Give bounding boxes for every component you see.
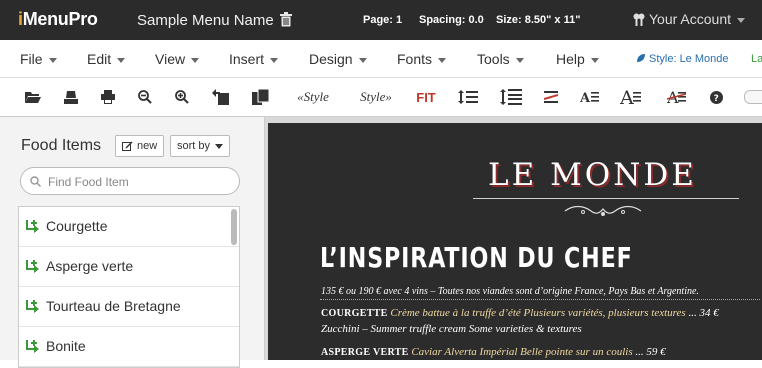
chevron-down-icon: [117, 57, 126, 63]
add-to-menu-icon[interactable]: [26, 259, 40, 273]
save-icon[interactable]: [63, 87, 79, 107]
list-scrollbar[interactable]: [231, 209, 237, 245]
add-to-menu-icon[interactable]: [26, 339, 40, 353]
food-items-panel: Food Items new sort by Courgette Asperge…: [0, 117, 265, 368]
copy-page-icon[interactable]: [251, 87, 271, 107]
dish-price: ... 59 €: [635, 346, 666, 358]
edit-icon: [122, 141, 133, 151]
logo-text: MenuPro: [22, 9, 98, 29]
menu-view[interactable]: View: [155, 51, 200, 67]
fit-button[interactable]: FIT: [415, 87, 437, 107]
current-style-link[interactable]: Style: Le Monde: [636, 53, 729, 65]
new-food-item-button[interactable]: new: [115, 135, 165, 157]
leaf-icon: [637, 54, 645, 62]
find-food-item-search[interactable]: [20, 167, 240, 195]
chevron-down-icon: [48, 57, 57, 63]
print-icon[interactable]: [100, 87, 116, 107]
account-label: Your Account: [649, 11, 731, 27]
menu-edit[interactable]: Edit: [87, 51, 126, 67]
section-intro[interactable]: 135 € ou 190 € avec 4 vins – Toutes nos …: [321, 286, 699, 297]
trash-icon[interactable]: [280, 12, 292, 27]
svg-text:?: ?: [713, 94, 718, 104]
strikethrough-spacing-icon[interactable]: [543, 87, 559, 107]
spacing-indicator: Spacing: 0.0: [419, 14, 484, 26]
food-item-label: Asperge verte: [46, 258, 134, 274]
chevron-down-icon: [358, 57, 367, 63]
account-keys-icon: [633, 13, 645, 26]
chevron-down-icon: [215, 143, 224, 149]
menu-bar: File Edit View Insert Design Fonts Tools…: [0, 40, 762, 78]
list-item[interactable]: Tourteau de Bretagne: [19, 287, 239, 327]
top-bar: iMenuPro Sample Menu Name Page: 1 Spacin…: [0, 0, 762, 40]
svg-text:A: A: [580, 91, 591, 104]
line-spacing-icon[interactable]: [458, 87, 478, 107]
section-heading[interactable]: L’INSPIRATION DU CHEF: [320, 241, 633, 274]
layout-link[interactable]: La: [751, 53, 762, 65]
style-prev-button[interactable]: «Style: [292, 87, 334, 107]
svg-text:A: A: [620, 88, 634, 106]
font-size-decrease-icon[interactable]: A: [580, 87, 600, 107]
menu-title[interactable]: LE MONDE: [488, 157, 697, 193]
chevron-down-icon: [590, 57, 599, 63]
dish-description: Caviar Alverta Impérial Belle pointe sur…: [411, 346, 633, 358]
food-items-title: Food Items: [21, 137, 102, 154]
menu-design[interactable]: Design: [309, 51, 367, 67]
zoom-out-icon[interactable]: [137, 87, 153, 107]
dish-courgette[interactable]: COURGETTE Crème battue à la truffe d’été…: [321, 307, 719, 319]
add-to-menu-icon[interactable]: [26, 219, 40, 233]
chevron-down-icon: [270, 57, 279, 63]
add-to-menu-icon[interactable]: [26, 299, 40, 313]
chevron-down-icon: [438, 57, 447, 63]
open-folder-icon[interactable]: [24, 87, 42, 107]
chevron-down-icon: [515, 57, 524, 63]
sort-by-button[interactable]: sort by: [170, 135, 231, 157]
your-account-menu[interactable]: Your Account: [633, 11, 745, 27]
font-size-increase-icon[interactable]: A: [620, 87, 642, 107]
title-divider: [473, 198, 739, 199]
dish-asperge-verte[interactable]: ASPERGE VERTE Caviar Alverta Impérial Be…: [321, 346, 666, 358]
menu-file[interactable]: File: [20, 51, 57, 67]
move-page-icon[interactable]: [211, 87, 231, 107]
help-icon[interactable]: ?: [708, 87, 724, 107]
food-item-label: Courgette: [46, 218, 108, 234]
size-indicator: Size: 8.50" x 11": [496, 14, 581, 26]
font-size-strike-icon[interactable]: A: [666, 87, 688, 107]
chevron-down-icon: [737, 17, 745, 23]
menu-help[interactable]: Help: [556, 51, 599, 67]
menu-fonts[interactable]: Fonts: [397, 51, 447, 67]
search-icon: [30, 176, 41, 187]
zoom-in-icon[interactable]: [174, 87, 190, 107]
page-indicator: Page: 1: [363, 14, 403, 26]
toolbar: «Style Style» FIT A A A ?: [0, 78, 762, 117]
food-items-list: Courgette Asperge verte Tourteau de Bret…: [18, 206, 240, 368]
dish-name: ASPERGE VERTE: [321, 347, 409, 358]
list-item[interactable]: Asperge verte: [19, 247, 239, 287]
imenupro-logo[interactable]: iMenuPro: [18, 9, 98, 30]
dish-courgette-translation[interactable]: Zucchini – Summer truffle cream Some var…: [321, 323, 582, 335]
dish-description: Crème battue à la truffe d’été Plusieurs…: [390, 307, 686, 319]
menu-name-title[interactable]: Sample Menu Name: [137, 12, 274, 29]
menu-tools[interactable]: Tools: [477, 51, 524, 67]
ornament-flourish-icon: [564, 205, 642, 216]
zoom-slider[interactable]: [744, 90, 762, 104]
chevron-down-icon: [191, 57, 200, 63]
food-item-label: Bonite: [46, 338, 86, 354]
style-next-button[interactable]: Style»: [355, 87, 397, 107]
menu-insert[interactable]: Insert: [229, 51, 279, 67]
food-item-label: Tourteau de Bretagne: [46, 298, 181, 314]
dotted-divider: [320, 299, 760, 300]
search-input[interactable]: [46, 172, 235, 192]
dish-name: COURGETTE: [321, 308, 388, 319]
menu-page-preview[interactable]: LE MONDE L’INSPIRATION DU CHEF 135 € ou …: [268, 123, 762, 360]
paragraph-spacing-icon[interactable]: [500, 87, 522, 107]
list-item[interactable]: Courgette: [19, 207, 239, 247]
dish-price: ... 34 €: [688, 307, 719, 319]
list-item[interactable]: Bonite: [19, 327, 239, 367]
dish-translation: Zucchini – Summer truffle cream Some var…: [321, 323, 582, 335]
